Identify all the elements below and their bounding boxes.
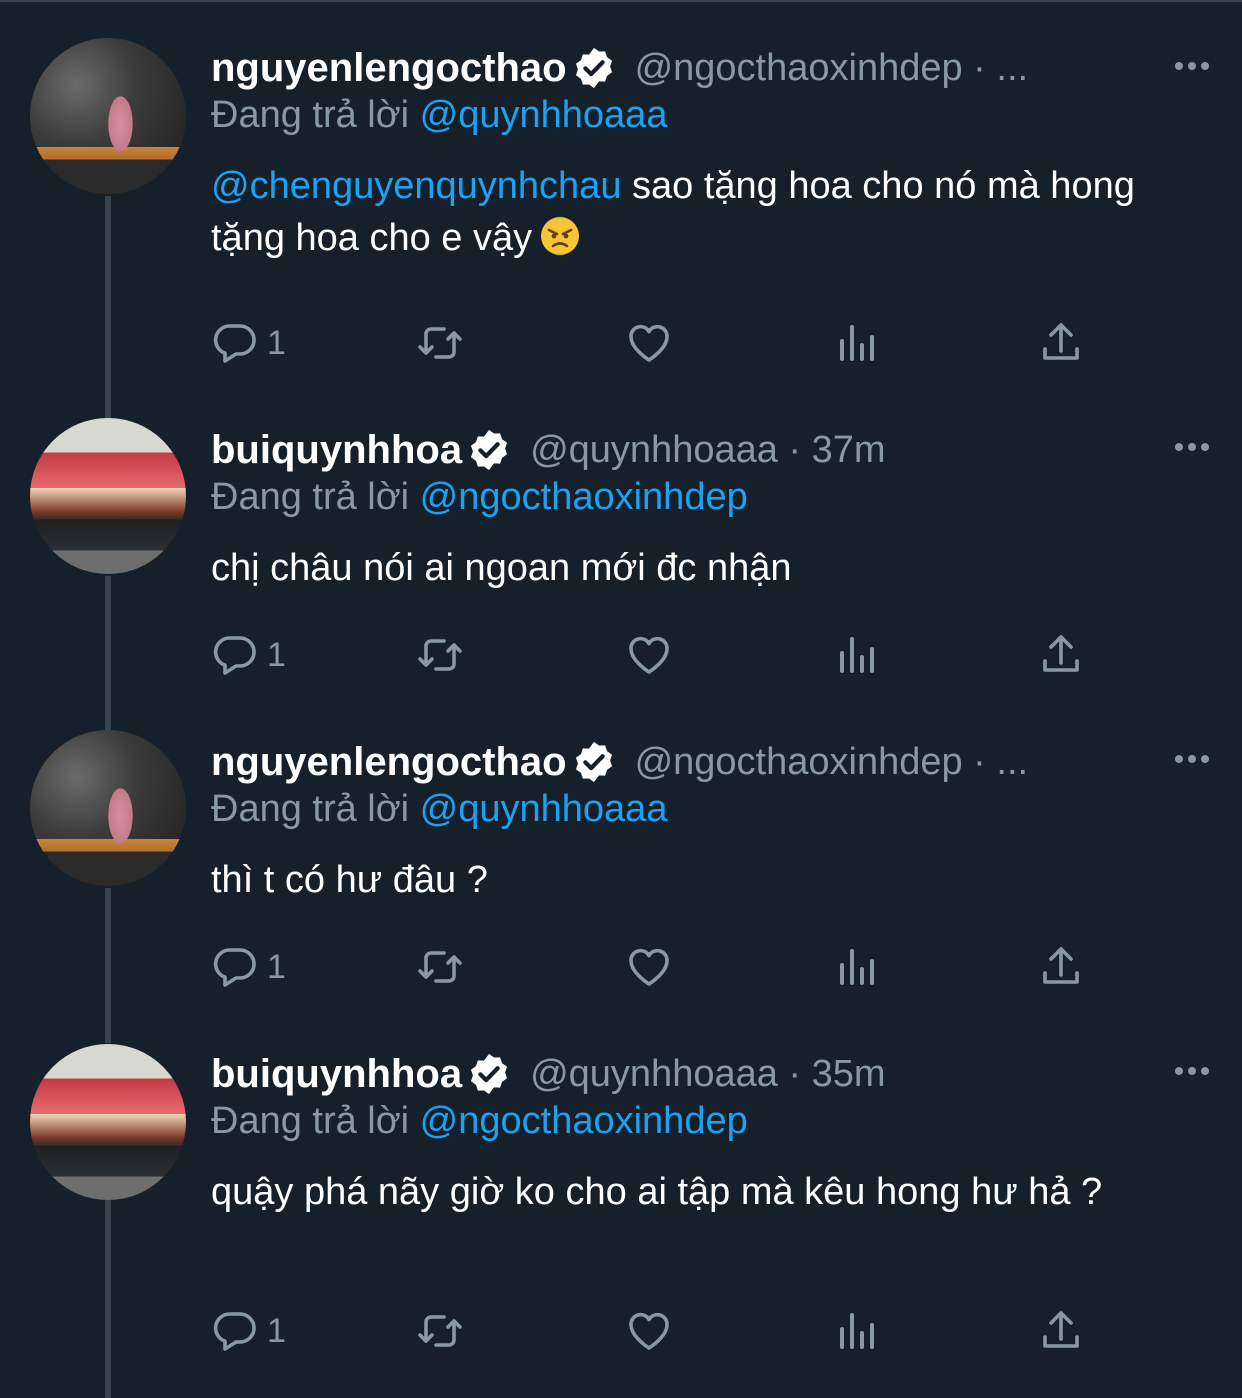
- like-icon: [625, 319, 673, 367]
- verified-badge-icon: [466, 427, 512, 473]
- retweet-icon: [416, 319, 464, 367]
- tweet-actions: 1: [211, 630, 1111, 680]
- reply-icon: [211, 1307, 259, 1355]
- handle-time[interactable]: @quynhhoaaa · 35m: [530, 1053, 885, 1096]
- replying-mention[interactable]: @quynhhoaaa: [420, 94, 668, 136]
- tweet-text: @chenguyenquynhchau sao tặng hoa cho nó …: [211, 160, 1211, 264]
- reply-count: 1: [267, 635, 286, 674]
- tweet-actions: 1: [211, 318, 1111, 368]
- replying-to: Đang trả lời @ngocthaoxinhdep: [211, 1100, 748, 1143]
- tweet-header: nguyenlengocthao @ngocthaoxinhdep · ...: [211, 738, 1028, 786]
- share-icon: [1037, 319, 1085, 367]
- tweet-actions: 1: [211, 1306, 1111, 1356]
- replying-prefix: Đang trả lời: [211, 476, 420, 518]
- avatar[interactable]: [30, 1044, 186, 1200]
- tweet-text: chị châu nói ai ngoan mới đc nhận: [211, 547, 792, 589]
- like-button[interactable]: [625, 630, 673, 680]
- more-icon[interactable]: [1172, 1061, 1212, 1081]
- replying-prefix: Đang trả lời: [211, 1100, 420, 1142]
- analytics-button[interactable]: [832, 318, 880, 368]
- mention-link[interactable]: @chenguyenquynhchau: [211, 165, 621, 207]
- reply-button[interactable]: 1: [211, 318, 286, 368]
- handle-time[interactable]: @ngocthaoxinhdep · ...: [635, 741, 1029, 784]
- tweet[interactable]: buiquynhhoa @quynhhoaaa · 37m Đang trả l…: [0, 410, 1242, 722]
- replying-mention[interactable]: @quynhhoaaa: [420, 788, 668, 830]
- tweet-header: nguyenlengocthao @ngocthaoxinhdep · ...: [211, 44, 1028, 92]
- share-button[interactable]: [1037, 942, 1085, 992]
- more-icon[interactable]: [1172, 749, 1212, 769]
- like-icon: [625, 943, 673, 991]
- share-icon: [1037, 943, 1085, 991]
- handle-time[interactable]: @quynhhoaaa · 37m: [530, 429, 885, 472]
- retweet-icon: [416, 943, 464, 991]
- replying-mention[interactable]: @ngocthaoxinhdep: [420, 476, 748, 518]
- display-name[interactable]: nguyenlengocthao: [211, 740, 567, 785]
- like-button[interactable]: [625, 1306, 673, 1356]
- retweet-button[interactable]: [416, 942, 464, 992]
- display-name[interactable]: nguyenlengocthao: [211, 46, 567, 91]
- tweet-text: quậy phá nãy giờ ko cho ai tập mà kêu ho…: [211, 1171, 1103, 1213]
- more-icon[interactable]: [1172, 437, 1212, 457]
- retweet-button[interactable]: [416, 1306, 464, 1356]
- display-name[interactable]: buiquynhhoa: [211, 428, 462, 473]
- reply-icon: [211, 319, 259, 367]
- like-icon: [625, 1307, 673, 1355]
- replying-to: Đang trả lời @quynhhoaaa: [211, 94, 667, 137]
- share-icon: [1037, 631, 1085, 679]
- avatar[interactable]: [30, 38, 186, 194]
- tweet[interactable]: nguyenlengocthao @ngocthaoxinhdep · ... …: [0, 722, 1242, 1034]
- tweet[interactable]: nguyenlengocthao @ngocthaoxinhdep · ... …: [0, 0, 1242, 410]
- verified-badge-icon: [571, 739, 617, 785]
- verified-badge-icon: [571, 45, 617, 91]
- replying-to: Đang trả lời @quynhhoaaa: [211, 788, 667, 831]
- tweet[interactable]: buiquynhhoa @quynhhoaaa · 35m Đang trả l…: [0, 1034, 1242, 1398]
- verified-badge-icon: [466, 1051, 512, 1097]
- analytics-icon: [832, 1307, 880, 1355]
- share-icon: [1037, 1307, 1085, 1355]
- tweet-actions: 1: [211, 942, 1111, 992]
- analytics-icon: [832, 319, 880, 367]
- analytics-button[interactable]: [832, 942, 880, 992]
- analytics-icon: [832, 943, 880, 991]
- analytics-button[interactable]: [832, 1306, 880, 1356]
- reply-button[interactable]: 1: [211, 942, 286, 992]
- replying-mention[interactable]: @ngocthaoxinhdep: [420, 1100, 748, 1142]
- like-button[interactable]: [625, 942, 673, 992]
- tweet-text: thì t có hư đâu ?: [211, 859, 488, 901]
- tweet-header: buiquynhhoa @quynhhoaaa · 37m: [211, 426, 886, 474]
- reply-icon: [211, 943, 259, 991]
- like-icon: [625, 631, 673, 679]
- share-button[interactable]: [1037, 318, 1085, 368]
- angry-face-emoji-icon: [541, 217, 580, 255]
- analytics-button[interactable]: [832, 630, 880, 680]
- replying-prefix: Đang trả lời: [211, 788, 420, 830]
- retweet-button[interactable]: [416, 318, 464, 368]
- reply-count: 1: [267, 1311, 286, 1350]
- more-icon[interactable]: [1172, 56, 1212, 76]
- analytics-icon: [832, 631, 880, 679]
- reply-count: 1: [267, 947, 286, 986]
- reply-icon: [211, 631, 259, 679]
- reply-button[interactable]: 1: [211, 1306, 286, 1356]
- tweet-header: buiquynhhoa @quynhhoaaa · 35m: [211, 1050, 886, 1098]
- avatar[interactable]: [30, 418, 186, 574]
- display-name[interactable]: buiquynhhoa: [211, 1052, 462, 1097]
- reply-button[interactable]: 1: [211, 630, 286, 680]
- like-button[interactable]: [625, 318, 673, 368]
- replying-prefix: Đang trả lời: [211, 94, 420, 136]
- share-button[interactable]: [1037, 630, 1085, 680]
- share-button[interactable]: [1037, 1306, 1085, 1356]
- handle-time[interactable]: @ngocthaoxinhdep · ...: [635, 47, 1029, 90]
- replying-to: Đang trả lời @ngocthaoxinhdep: [211, 476, 748, 519]
- retweet-icon: [416, 1307, 464, 1355]
- reply-count: 1: [267, 323, 286, 362]
- avatar[interactable]: [30, 730, 186, 886]
- retweet-button[interactable]: [416, 630, 464, 680]
- retweet-icon: [416, 631, 464, 679]
